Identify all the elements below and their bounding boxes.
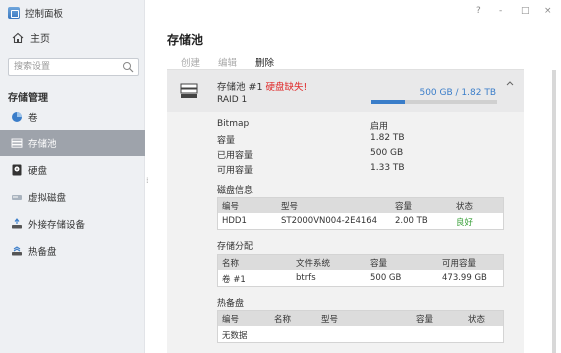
status-badge: 良好 xyxy=(456,218,474,228)
sidebar-item-label: 存储池 xyxy=(28,139,57,150)
control-panel-icon xyxy=(8,7,20,19)
sidebar-item-label: 热备盘 xyxy=(28,247,57,258)
table-row: 无数据 xyxy=(218,326,503,342)
minimize-button[interactable]: - xyxy=(499,6,502,16)
sidebar-item-volume[interactable]: 卷 xyxy=(0,104,145,130)
column-header: 可用容量 xyxy=(442,259,477,269)
pie-icon xyxy=(12,112,22,122)
app-title: 控制面板 xyxy=(8,5,63,21)
column-header: 状态 xyxy=(468,315,486,325)
sidebar-item-storage-pool[interactable]: 存储池 xyxy=(0,130,145,156)
app-title-label: 控制面板 xyxy=(25,9,64,20)
detail-key: 可用容量 xyxy=(217,166,254,176)
table-row[interactable]: 卷 #1 btrfs 500 GB 473.99 GB xyxy=(218,270,503,286)
create-button[interactable]: 创建 xyxy=(181,55,200,69)
sidebar: 控制面板 主页 存储管理 卷 存储池 xyxy=(0,0,145,353)
help-button[interactable]: ? xyxy=(476,6,481,16)
detail-key: 已用容量 xyxy=(217,151,254,161)
sidebar-item-label: 外接存储设备 xyxy=(28,220,86,231)
table-header: 编号 型号 容量 状态 xyxy=(218,198,503,213)
table-header: 编号 名称 型号 容量 状态 xyxy=(218,311,503,326)
virtual-disk-icon xyxy=(12,195,22,200)
table-cell: 2.00 TB xyxy=(395,216,428,226)
close-button[interactable]: × xyxy=(544,6,552,16)
table-row[interactable]: HDD1 ST2000VN004-2E4164 2.00 TB 良好 xyxy=(218,213,503,229)
sidebar-item-label: 虚拟磁盘 xyxy=(28,193,67,204)
sidebar-item-disk[interactable]: 硬盘 xyxy=(0,157,145,183)
page-title: 存储池 xyxy=(167,33,204,47)
disk-info-title: 磁盘信息 xyxy=(217,186,254,196)
pool-capacity-text: 500 GB / 1.82 TB xyxy=(419,88,496,98)
column-header: 容量 xyxy=(395,202,413,212)
hot-spare-table: 编号 名称 型号 容量 状态 无数据 xyxy=(217,310,504,343)
detail-value: 1.82 TB xyxy=(370,133,405,143)
pool-usage-bar xyxy=(371,100,497,104)
empty-message: 无数据 xyxy=(222,331,248,341)
external-drive-icon xyxy=(12,218,22,229)
allocation-title: 存储分配 xyxy=(217,242,254,252)
detail-key: Bitmap xyxy=(217,119,250,129)
search-box xyxy=(8,58,139,76)
column-header: 编号 xyxy=(222,315,240,325)
table-header: 名称 文件系统 容量 可用容量 xyxy=(218,255,503,270)
disk-info-table: 编号 型号 容量 状态 HDD1 ST2000VN004-2E4164 2.00… xyxy=(217,197,504,230)
column-header: 编号 xyxy=(222,202,240,212)
sidebar-item-hot-spare[interactable]: 热备盘 xyxy=(0,238,145,264)
table-cell: btrfs xyxy=(296,273,316,283)
maximize-button[interactable]: □ xyxy=(521,6,530,16)
sidebar-item-external-storage[interactable]: 外接存储设备 xyxy=(0,211,145,237)
search-input[interactable] xyxy=(9,59,119,75)
hot-spare-title: 热备盘 xyxy=(217,299,245,309)
storage-section-title: 存储管理 xyxy=(8,93,48,104)
table-cell: 卷 #1 xyxy=(222,275,246,285)
storage-pool-panel: 存储池 #1 硬盘缺失! RAID 1 500 GB / 1.82 TB Bitm… xyxy=(167,70,524,353)
sidebar-item-virtual-disk[interactable]: 虚拟磁盘 xyxy=(0,184,145,210)
delete-button[interactable]: 删除 xyxy=(255,55,274,69)
column-header: 文件系统 xyxy=(296,259,331,269)
home-label: 主页 xyxy=(30,34,50,45)
pool-name: 存储池 #1 硬盘缺失! xyxy=(217,79,307,93)
table-cell: HDD1 xyxy=(222,216,247,226)
sidebar-item-label: 卷 xyxy=(28,113,38,124)
column-header: 型号 xyxy=(321,315,339,325)
column-header: 型号 xyxy=(281,202,299,212)
home-link[interactable]: 主页 xyxy=(12,30,50,45)
allocation-table: 名称 文件系统 容量 可用容量 卷 #1 btrfs 500 GB 473.99… xyxy=(217,254,504,287)
column-header: 容量 xyxy=(416,315,434,325)
hot-spare-icon xyxy=(12,246,22,256)
column-header: 状态 xyxy=(456,202,474,212)
pool-header[interactable]: 存储池 #1 硬盘缺失! RAID 1 500 GB / 1.82 TB xyxy=(167,70,524,112)
storage-pool-icon xyxy=(180,83,198,98)
database-icon xyxy=(11,138,23,148)
detail-value: 启用 xyxy=(370,122,389,132)
home-icon xyxy=(12,32,24,43)
disk-icon xyxy=(12,164,22,176)
table-cell: 500 GB xyxy=(370,273,402,283)
chevron-up-icon[interactable] xyxy=(506,80,514,86)
table-cell: ST2000VN004-2E4164 xyxy=(281,216,378,226)
detail-value: 1.33 TB xyxy=(370,163,405,173)
edit-button[interactable]: 编辑 xyxy=(218,55,237,69)
pool-name-label: 存储池 #1 xyxy=(217,82,263,93)
scrollbar[interactable] xyxy=(552,70,556,353)
column-header: 名称 xyxy=(274,315,292,325)
detail-value: 500 GB xyxy=(370,148,404,158)
pool-usage-fill xyxy=(371,100,406,104)
column-header: 名称 xyxy=(222,259,240,269)
search-icon[interactable] xyxy=(122,61,134,73)
toolbar: 创建 编辑 删除 xyxy=(181,55,274,69)
pool-raid-level: RAID 1 xyxy=(217,95,248,105)
pool-warning: 硬盘缺失! xyxy=(265,82,308,93)
sidebar-splitter[interactable]: ⁞ xyxy=(146,176,149,185)
detail-key: 容量 xyxy=(217,136,236,146)
column-header: 容量 xyxy=(370,259,388,269)
table-cell: 473.99 GB xyxy=(442,273,487,283)
sidebar-item-label: 硬盘 xyxy=(28,166,48,177)
